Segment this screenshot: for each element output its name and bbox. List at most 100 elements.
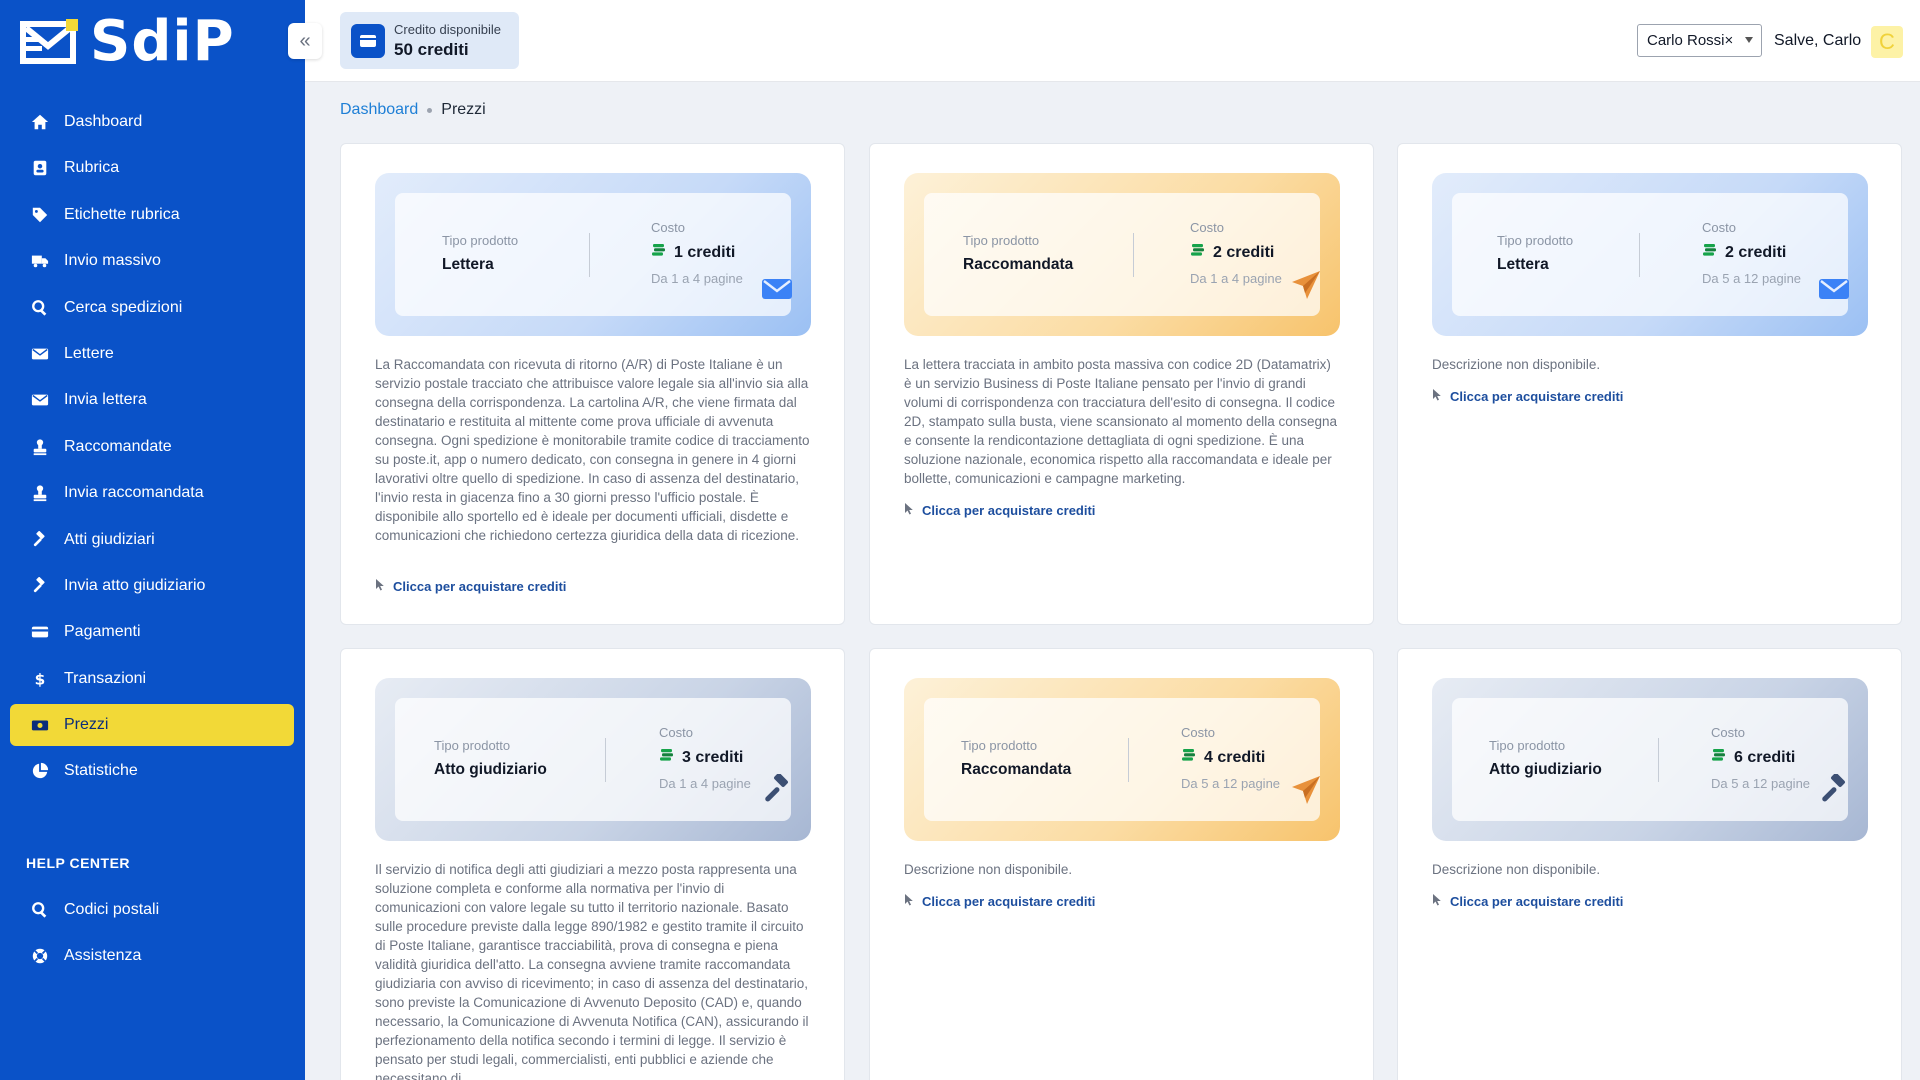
- collapse-sidebar-button[interactable]: «: [288, 23, 322, 59]
- cost-amount: 3 crediti: [682, 748, 744, 766]
- clear-icon[interactable]: ×: [1725, 32, 1734, 49]
- cost-amount: 2 crediti: [1213, 243, 1275, 261]
- price-card-header: Tipo prodotto Lettera Costo 1 crediti Da…: [375, 173, 811, 336]
- buy-credits-link[interactable]: Clicca per acquistare crediti: [1432, 893, 1623, 909]
- paper-plane-icon: [1290, 774, 1322, 811]
- help-center-nav: Codici postali Assistenza: [10, 889, 294, 982]
- cost-label: Costo: [1190, 220, 1224, 235]
- sidebar-item-label: Atti giudiziari: [64, 530, 155, 548]
- credit-balance[interactable]: Credito disponibile 50 crediti: [340, 12, 519, 69]
- price-info-panel: Tipo prodotto Atto giudiziario Costo 6 c…: [1452, 698, 1848, 821]
- sidebar-item-label: Pagamenti: [64, 623, 141, 641]
- pointer-icon: [904, 502, 922, 518]
- price-card: Tipo prodotto Atto giudiziario Costo 3 c…: [340, 648, 845, 1080]
- breadcrumb-current: Prezzi: [441, 101, 486, 118]
- sidebar-item-label: Rubrica: [64, 159, 120, 177]
- sidebar-item-pagamenti[interactable]: Pagamenti: [10, 611, 294, 653]
- sidebar-item-raccomandate[interactable]: Raccomandate: [10, 426, 294, 468]
- svg-text:$: $: [35, 670, 46, 688]
- sidebar-item-statistiche[interactable]: Statistiche: [10, 750, 294, 792]
- product-type-label: Tipo prodotto: [1497, 233, 1574, 248]
- coins-icon: [1181, 747, 1204, 768]
- sidebar-item-label: Lettere: [64, 344, 114, 362]
- chevrons-left-icon: «: [299, 29, 311, 52]
- product-type-value: Lettera: [442, 256, 494, 273]
- home-icon: [30, 112, 50, 132]
- buy-credits-link[interactable]: Clicca per acquistare crediti: [904, 502, 1095, 518]
- stamp-icon: [30, 437, 50, 457]
- cost-amount: 2 crediti: [1725, 243, 1787, 261]
- topbar: Credito disponibile 50 crediti Carlo Ros…: [305, 0, 1920, 82]
- pie-chart-icon: [30, 761, 50, 781]
- sidebar-item-rubrica[interactable]: Rubrica: [10, 147, 294, 189]
- page-range: Da 5 a 12 pagine: [1702, 271, 1802, 286]
- pointer-icon: [904, 893, 922, 909]
- sidebar-item-cerca-spedizioni[interactable]: Cerca spedizioni: [10, 287, 294, 329]
- sidebar-item-etichette-rubrica[interactable]: Etichette rubrica: [10, 194, 294, 236]
- user-select-value: Carlo Rossi: [1647, 32, 1725, 49]
- brand-logo[interactable]: SdiP: [20, 9, 235, 74]
- buy-credits-link[interactable]: Clicca per acquistare crediti: [375, 578, 566, 594]
- sidebar-item-invio-massivo[interactable]: Invio massivo: [10, 240, 294, 282]
- breadcrumb-dashboard-link[interactable]: Dashboard: [340, 101, 418, 119]
- product-type-label: Tipo prodotto: [442, 233, 519, 248]
- price-card: Tipo prodotto Lettera Costo 1 crediti Da…: [340, 143, 845, 625]
- cost-value: 2 crediti: [1702, 242, 1786, 263]
- brand-name: SdiP: [90, 9, 235, 74]
- product-type-value: Raccomandata: [961, 761, 1072, 778]
- divider: [589, 233, 590, 277]
- sidebar-item-invia-atto-giudiziario[interactable]: Invia atto giudiziario: [10, 565, 294, 607]
- breadcrumb: Dashboard Prezzi: [340, 101, 486, 119]
- price-card-header: Tipo prodotto Atto giudiziario Costo 3 c…: [375, 678, 811, 841]
- sidebar-item-prezzi[interactable]: Prezzi: [10, 704, 294, 747]
- coins-icon: [659, 747, 682, 768]
- product-description: Descrizione non disponibile.: [904, 862, 1073, 877]
- lifebuoy-icon: [30, 946, 50, 966]
- product-type-value: Atto giudiziario: [434, 761, 547, 778]
- coins-icon: [651, 242, 674, 263]
- sidebar-item-codici-postali[interactable]: Codici postali: [10, 889, 294, 931]
- product-type-value: Raccomandata: [963, 256, 1074, 273]
- wallet-icon: [351, 23, 385, 58]
- sidebar-item-transazioni[interactable]: $ Transazioni: [10, 658, 294, 700]
- cost-label: Costo: [651, 220, 685, 235]
- page-range: Da 1 a 4 pagine: [651, 271, 743, 286]
- price-card-header: Tipo prodotto Raccomandata Costo 4 credi…: [904, 678, 1340, 841]
- envelope-icon: [30, 390, 50, 410]
- buy-credits-link[interactable]: Clicca per acquistare crediti: [1432, 388, 1623, 404]
- credit-label: Credito disponibile: [394, 21, 501, 37]
- credit-value: 50 crediti: [394, 39, 469, 59]
- sidebar-item-assistenza[interactable]: Assistenza: [10, 935, 294, 977]
- stamp-icon: [30, 483, 50, 503]
- price-card: Tipo prodotto Raccomandata Costo 2 credi…: [869, 143, 1374, 625]
- cost-amount: 6 crediti: [1734, 748, 1796, 766]
- greeting: Salve, Carlo: [1774, 32, 1862, 49]
- sidebar-item-atti-giudiziari[interactable]: Atti giudiziari: [10, 519, 294, 561]
- pointer-icon: [1432, 388, 1450, 404]
- sidebar: SdiP Dashboard Rubrica Etichette rubrica In…: [0, 0, 305, 1080]
- coins-icon: [1190, 242, 1213, 263]
- sidebar-item-invia-raccomandata[interactable]: Invia raccomandata: [10, 472, 294, 514]
- price-card-header: Tipo prodotto Lettera Costo 2 crediti Da…: [1432, 173, 1868, 336]
- cost-label: Costo: [1702, 220, 1736, 235]
- breadcrumb-separator: [427, 107, 433, 113]
- sidebar-item-dashboard[interactable]: Dashboard: [10, 101, 294, 143]
- avatar[interactable]: C: [1871, 26, 1903, 58]
- cost-value: 6 crediti: [1711, 747, 1795, 768]
- user-select[interactable]: Carlo Rossi ×: [1637, 24, 1762, 57]
- product-type-label: Tipo prodotto: [961, 738, 1038, 753]
- buy-credits-link[interactable]: Clicca per acquistare crediti: [904, 893, 1095, 909]
- sidebar-item-lettere[interactable]: Lettere: [10, 333, 294, 375]
- truck-icon: [30, 251, 50, 271]
- sidebar-item-label: Cerca spedizioni: [64, 298, 183, 316]
- address-book-icon: [30, 158, 50, 178]
- sidebar-item-label: Raccomandate: [64, 437, 172, 455]
- divider: [605, 738, 606, 782]
- envelope-icon: [1818, 277, 1850, 306]
- credit-card-icon: [30, 622, 50, 642]
- cost-amount: 4 crediti: [1204, 748, 1266, 766]
- gavel-icon: [30, 576, 50, 596]
- price-info-panel: Tipo prodotto Raccomandata Costo 4 credi…: [924, 698, 1320, 821]
- page-range: Da 5 a 12 pagine: [1181, 776, 1281, 791]
- sidebar-item-invia-lettera[interactable]: Invia lettera: [10, 379, 294, 421]
